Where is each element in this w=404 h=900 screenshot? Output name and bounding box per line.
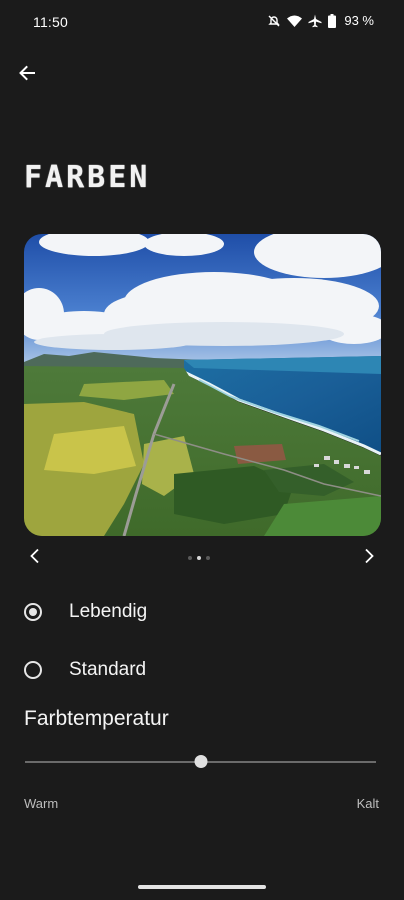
page-title: FARBEN [24, 160, 151, 195]
carousel-dot [188, 556, 192, 560]
battery-icon [328, 13, 337, 28]
radio-button-unchecked[interactable] [24, 661, 42, 679]
option-lebendig[interactable]: Lebendig [24, 592, 380, 632]
battery-percent: 93 % [344, 13, 374, 28]
slider-thumb[interactable] [194, 755, 207, 768]
status-icons: 93 % [267, 13, 374, 28]
wifi-icon [287, 15, 303, 27]
slider-min-label: Warm [24, 796, 59, 811]
option-label: Lebendig [69, 601, 148, 622]
back-button[interactable] [12, 60, 42, 90]
arrow-back-icon [18, 64, 36, 87]
carousel-prev-button[interactable] [23, 546, 47, 570]
carousel-indicator [188, 556, 210, 560]
status-bar: 11:50 93 % [0, 0, 404, 46]
preview-image [24, 234, 381, 536]
temperature-slider[interactable] [25, 752, 376, 772]
gesture-navigation-bar[interactable] [138, 885, 266, 889]
option-label: Standard [69, 659, 147, 680]
chevron-right-icon [363, 548, 375, 569]
chevron-left-icon [29, 548, 41, 569]
radio-button-checked[interactable] [24, 603, 42, 621]
slider-max-label: Kalt [356, 796, 379, 811]
carousel-dot-active [197, 556, 201, 560]
carousel-dot [206, 556, 210, 560]
airplane-icon [308, 14, 322, 28]
carousel-next-button[interactable] [357, 546, 381, 570]
status-time: 11:50 [33, 14, 68, 30]
option-standard[interactable]: Standard [24, 650, 380, 690]
do-not-disturb-icon [267, 14, 281, 28]
section-heading-temperature: Farbtemperatur [24, 707, 169, 730]
